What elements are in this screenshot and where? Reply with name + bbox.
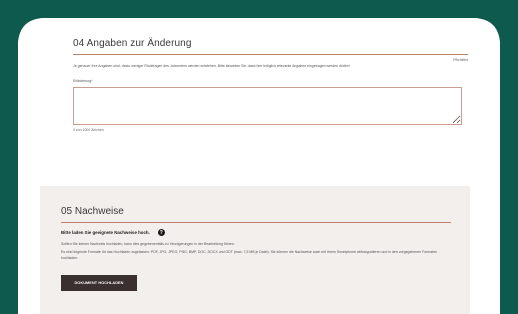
section-title: 05 Nachweise: [61, 206, 451, 223]
section-evidence-content: 05 Nachweise Bitte laden Sie geeignete N…: [61, 206, 451, 291]
upload-subheading: Bitte laden Sie geeignete Nachweise hoch…: [61, 229, 451, 236]
explanation-label: Erläuterung*: [73, 79, 93, 83]
required-note: Pflichtfeld: [453, 58, 468, 62]
help-icon[interactable]: ?: [157, 229, 165, 236]
explanation-textarea[interactable]: [73, 87, 462, 125]
device-frame: 04 Angaben zur Änderung Pflichtfeld Je g…: [0, 0, 518, 314]
section-title: 04 Angaben zur Änderung: [73, 38, 468, 55]
section-changes: 04 Angaben zur Änderung Pflichtfeld Je g…: [73, 38, 468, 132]
upload-document-button[interactable]: DOKUMENT HOCHLADEN: [61, 275, 137, 291]
screen: 04 Angaben zur Änderung Pflichtfeld Je g…: [18, 18, 500, 314]
delay-note: Sollten Sie keinen Nachweis hochladen, k…: [61, 242, 235, 246]
section-evidence: 05 Nachweise Bitte laden Sie geeignete N…: [40, 186, 470, 314]
upload-subheading-text: Bitte laden Sie geeignete Nachweise hoch…: [61, 230, 150, 235]
intro-text: Je genauer Ihre Angaben sind, desto weni…: [73, 64, 350, 68]
formats-note: Es sind folgende Formate für das Hochlad…: [61, 250, 438, 260]
character-counter: 0 von 1000 Zeichen: [73, 128, 104, 132]
